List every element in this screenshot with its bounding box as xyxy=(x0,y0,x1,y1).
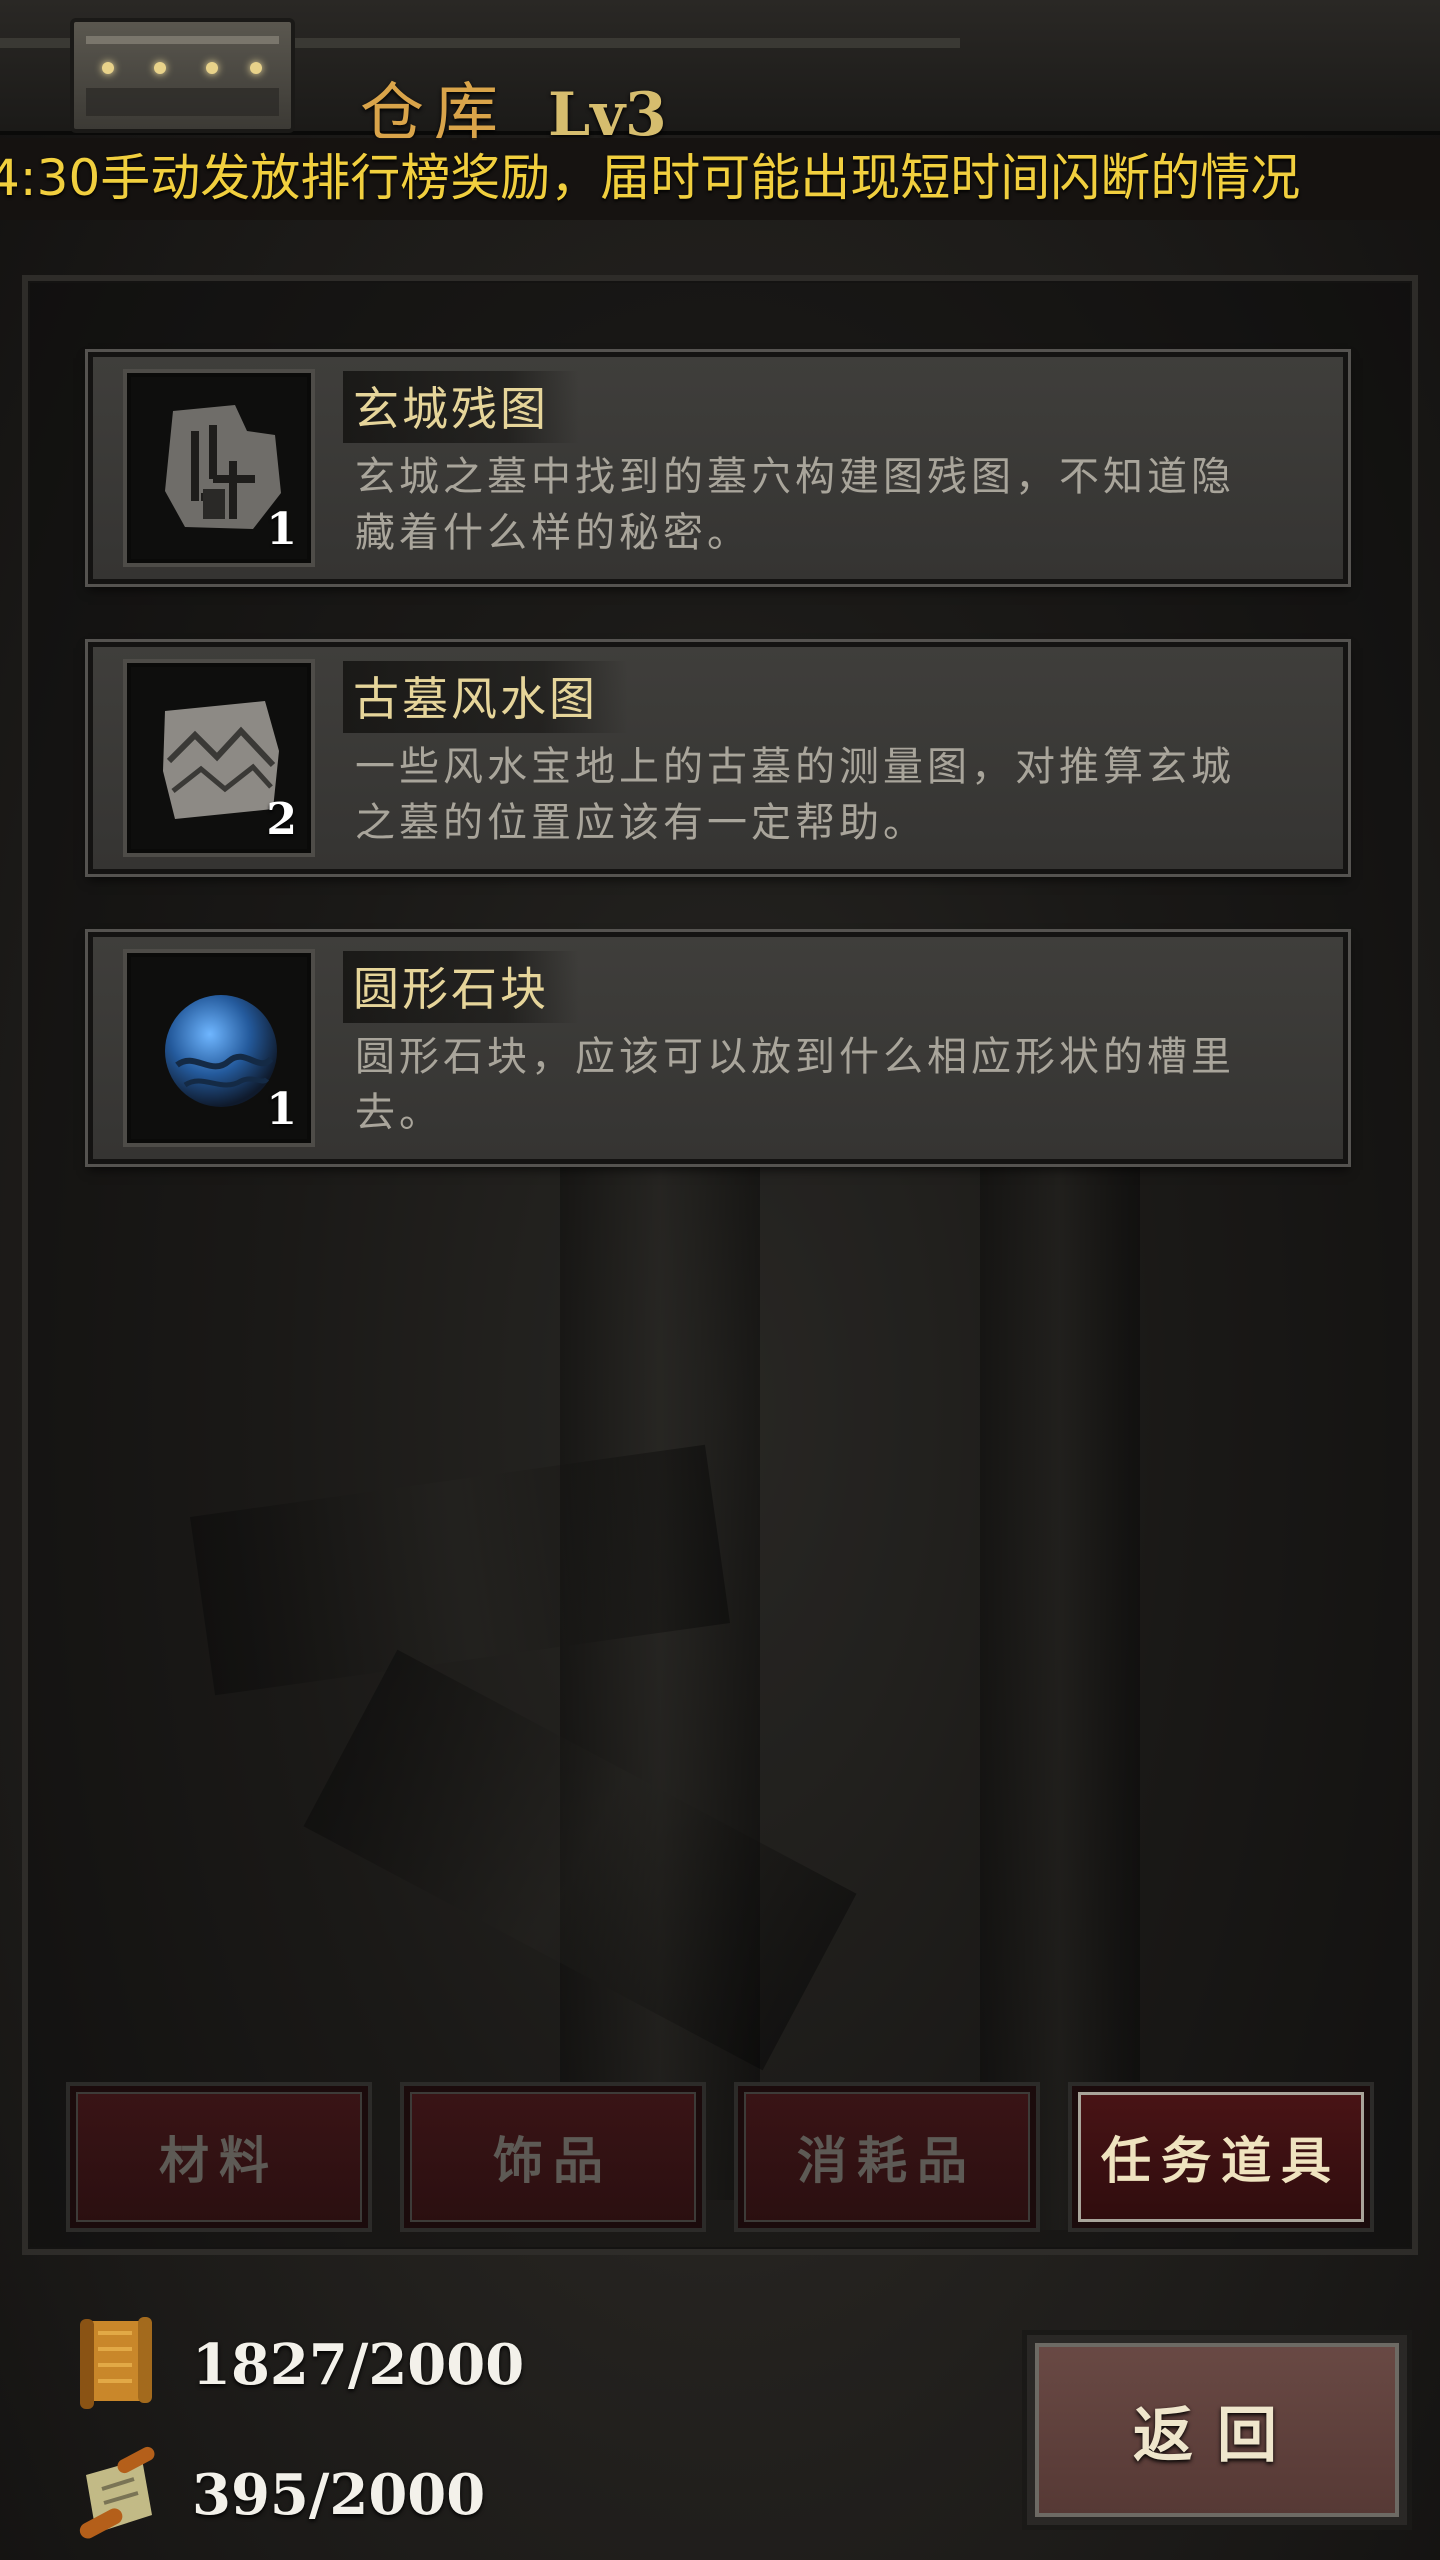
scroll-icon xyxy=(80,2317,152,2409)
rolled-map-icon xyxy=(79,2446,155,2539)
item-name: 古墓风水图 xyxy=(343,661,628,733)
back-button[interactable]: 返回 xyxy=(1022,2330,1412,2530)
list-item[interactable]: 1 玄城残图 玄城之墓中找到的墓穴构建图残图，不知道隐藏着什么样的秘密。 xyxy=(88,352,1348,584)
tab-quest-items[interactable]: 任务道具 xyxy=(1068,2082,1374,2232)
warehouse-sign-icon xyxy=(70,18,295,133)
top-header: 仓库 Lv3 xyxy=(0,0,1440,151)
announcement-text: 4:30手动发放排行榜奖励，届时可能出现短时间闪断的情况 xyxy=(0,149,1301,207)
list-item[interactable]: 2 古墓风水图 一些风水宝地上的古墓的测量图，对推算玄城之墓的位置应该有一定帮助… xyxy=(88,642,1348,874)
item-slot: 2 xyxy=(123,659,315,857)
resource-scroll: 1827/2000 xyxy=(72,2310,524,2420)
item-description: 圆形石块，应该可以放到什么相应形状的槽里去。 xyxy=(355,1034,1235,1136)
tab-materials[interactable]: 材料 xyxy=(66,2082,372,2232)
item-slot: 1 xyxy=(123,369,315,567)
category-tabs: 材料 饰品 消耗品 任务道具 xyxy=(66,2082,1376,2232)
item-count: 2 xyxy=(266,794,297,845)
item-description: 玄城之墓中找到的墓穴构建图残图，不知道隐藏着什么样的秘密。 xyxy=(355,454,1235,556)
list-item[interactable]: 1 圆形石块 圆形石块，应该可以放到什么相应形状的槽里去。 xyxy=(88,932,1348,1164)
resource-map: 395/2000 xyxy=(72,2440,485,2550)
tab-accessories[interactable]: 饰品 xyxy=(400,2082,706,2232)
map-count: 395/2000 xyxy=(192,2462,486,2528)
item-name: 圆形石块 xyxy=(343,951,579,1023)
announcement-bar: 4:30手动发放排行榜奖励，届时可能出现短时间闪断的情况 xyxy=(0,138,1440,220)
page-title: 仓库 Lv3 xyxy=(360,62,667,151)
item-description: 一些风水宝地上的古墓的测量图，对推算玄城之墓的位置应该有一定帮助。 xyxy=(355,744,1235,846)
item-slot: 1 xyxy=(123,949,315,1147)
scroll-count: 1827/2000 xyxy=(192,2332,525,2398)
item-name: 玄城残图 xyxy=(343,371,579,443)
item-count: 1 xyxy=(266,1084,297,1135)
tab-consumables[interactable]: 消耗品 xyxy=(734,2082,1040,2232)
item-count: 1 xyxy=(266,504,297,555)
inventory-screen: 仓库 Lv3 4:30手动发放排行榜奖励，届时可能出现短时间闪断的情况 1 玄城… xyxy=(0,0,1440,2560)
